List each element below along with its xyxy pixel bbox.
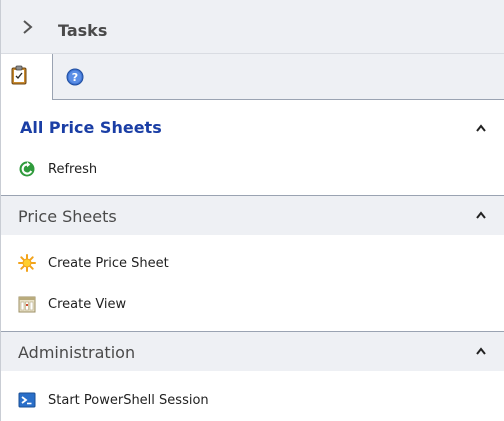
clipboard-checklist-icon [11,65,27,85]
action-label: Start PowerShell Session [48,393,209,408]
section-title: Price Sheets [18,207,117,226]
collapse-caret-icon[interactable] [475,124,487,132]
tab-tasks[interactable] [1,54,53,100]
tasks-title: Tasks [58,21,108,40]
action-refresh[interactable]: Refresh [1,152,504,186]
section-header-all-price-sheets[interactable]: All Price Sheets [1,100,504,148]
svg-text:?: ? [72,71,78,84]
action-start-powershell-session[interactable]: Start PowerShell Session [1,383,504,417]
starburst-icon [18,254,36,272]
collapse-caret-icon[interactable] [475,211,487,219]
section-header-administration[interactable]: Administration [1,331,504,371]
action-create-price-sheet[interactable]: Create Price Sheet [1,246,504,280]
section-title: Administration [18,343,136,362]
action-label: Refresh [48,162,98,177]
powershell-icon [18,392,36,408]
view-icon [18,296,36,313]
tab-help[interactable]: ? [53,54,105,100]
chevron-right-icon[interactable] [21,18,35,36]
tasks-header[interactable]: Tasks [1,0,504,54]
action-label: Create Price Sheet [48,256,169,271]
tab-strip: ? [1,54,504,100]
collapse-caret-icon[interactable] [475,347,487,355]
section-header-price-sheets[interactable]: Price Sheets [1,195,504,235]
tasks-pane: Tasks ? All Price Sheets Refresh Price S… [0,0,504,421]
section-title: All Price Sheets [20,118,162,137]
help-icon: ? [66,68,84,86]
action-label: Create View [48,297,127,312]
refresh-icon [19,161,35,177]
action-create-view[interactable]: Create View [1,287,504,321]
